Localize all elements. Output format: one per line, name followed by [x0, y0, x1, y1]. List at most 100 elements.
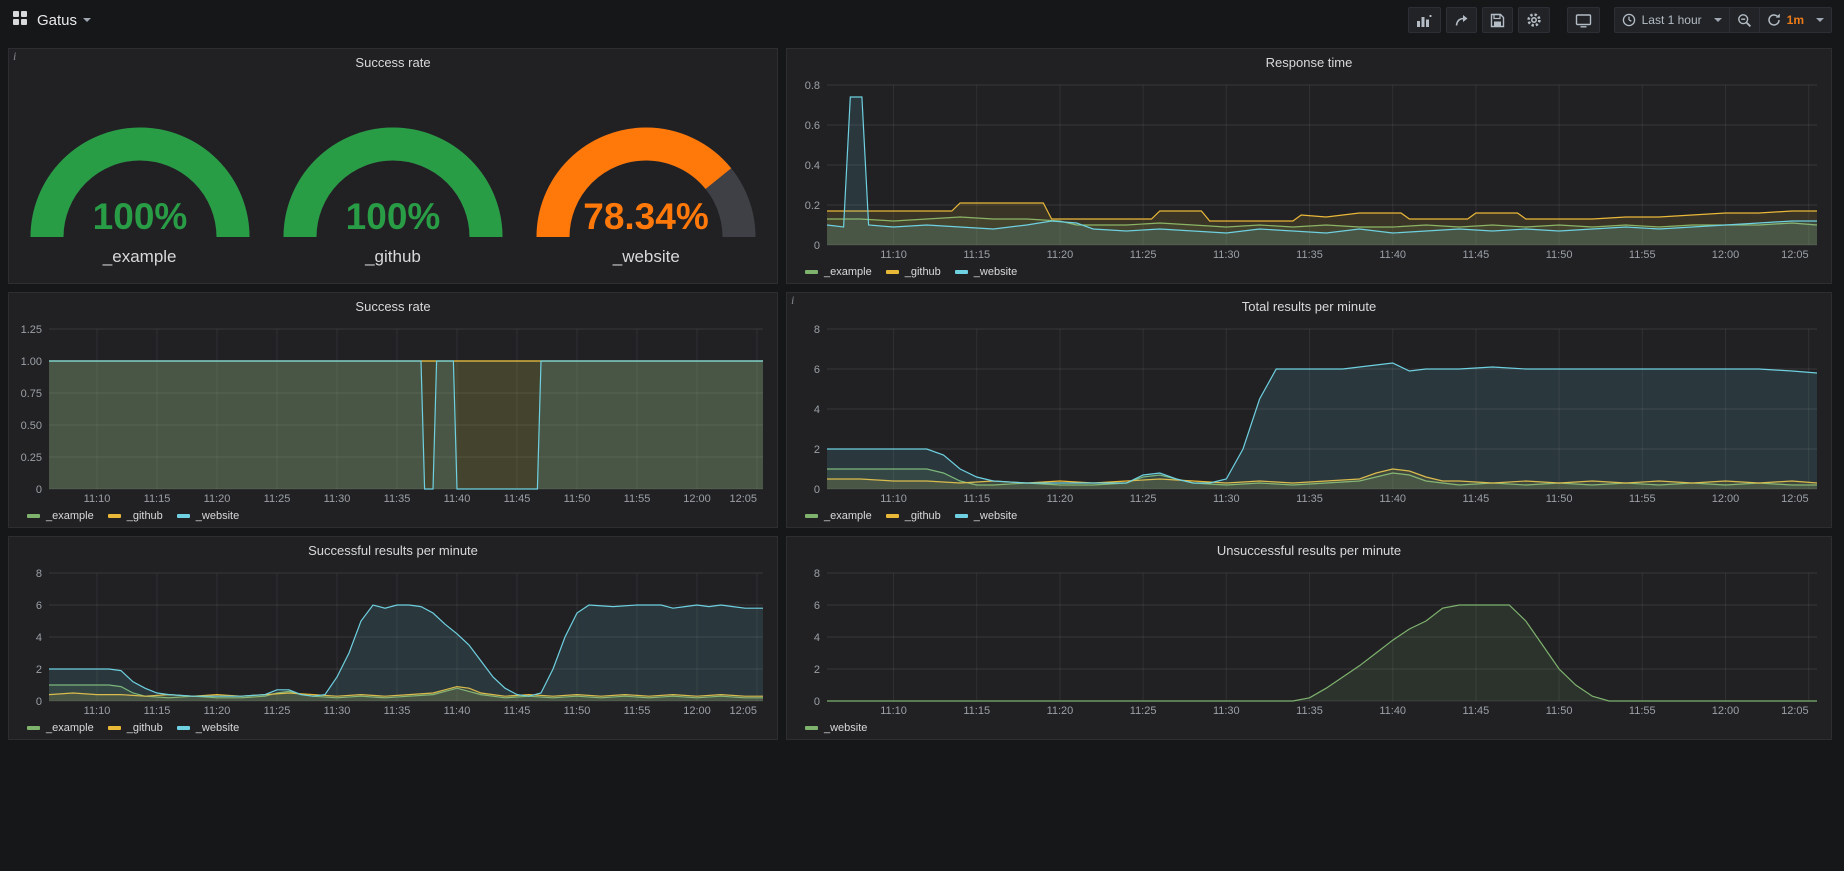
successful-results-chart[interactable]: 11:1011:1511:2011:2511:3011:3511:4011:45… [13, 563, 773, 719]
svg-text:11:35: 11:35 [384, 493, 411, 505]
legend: _website [791, 719, 1827, 737]
share-button[interactable] [1446, 7, 1477, 33]
settings-button[interactable] [1518, 7, 1550, 33]
svg-text:6: 6 [814, 364, 820, 376]
panel-header[interactable]: Success rate [9, 49, 777, 75]
chart-svg: 11:1011:1511:2011:2511:3011:3511:4011:45… [13, 563, 773, 719]
zoom-out-button[interactable] [1729, 7, 1760, 33]
legend-label: _website [974, 510, 1017, 522]
svg-text:11:35: 11:35 [1296, 493, 1323, 505]
add-panel-icon [1416, 13, 1433, 28]
svg-text:2: 2 [36, 664, 42, 676]
panel-header[interactable]: Response time [787, 49, 1831, 75]
svg-text:0: 0 [36, 484, 42, 496]
svg-text:11:50: 11:50 [1546, 705, 1573, 717]
legend-item-_website[interactable]: _website [177, 722, 239, 734]
save-button[interactable] [1482, 7, 1513, 33]
panel-header[interactable]: Successful results per minute [9, 537, 777, 563]
success-rate-chart[interactable]: 11:1011:1511:2011:2511:3011:3511:4011:45… [13, 319, 773, 507]
legend-item-_example[interactable]: _example [27, 722, 94, 734]
gauge-arc: 100% [270, 87, 516, 245]
response-time-chart[interactable]: 11:1011:1511:2011:2511:3011:3511:4011:45… [791, 75, 1827, 263]
chart-svg: 11:1011:1511:2011:2511:3011:3511:4011:45… [791, 319, 1827, 507]
zoom-out-icon [1737, 13, 1752, 28]
svg-text:4: 4 [36, 632, 42, 644]
svg-text:0: 0 [36, 696, 42, 708]
refresh-button[interactable]: 1m [1759, 7, 1832, 33]
legend-label: _github [127, 722, 163, 734]
navbar: Gatus [0, 0, 1844, 40]
svg-text:11:35: 11:35 [1296, 705, 1323, 717]
svg-text:11:45: 11:45 [504, 705, 531, 717]
legend-item-_website[interactable]: _website [805, 722, 867, 734]
svg-text:11:15: 11:15 [144, 705, 171, 717]
tv-icon [1575, 13, 1592, 28]
panel-title: Total results per minute [1242, 299, 1376, 314]
gauge-value: 78.34% [584, 196, 710, 237]
share-icon [1454, 13, 1469, 28]
svg-text:11:55: 11:55 [624, 493, 651, 505]
svg-text:11:55: 11:55 [1629, 705, 1656, 717]
legend-item-_website[interactable]: _website [955, 266, 1017, 278]
legend-label: _github [905, 266, 941, 278]
cycle-view-button[interactable] [1567, 7, 1600, 33]
chevron-down-icon [1714, 18, 1722, 22]
panel-header[interactable]: Total results per minute [787, 293, 1831, 319]
legend-item-_github[interactable]: _github [108, 722, 163, 734]
svg-text:11:25: 11:25 [1130, 493, 1157, 505]
svg-text:12:00: 12:00 [1712, 705, 1740, 717]
svg-text:11:10: 11:10 [880, 493, 907, 505]
svg-text:11:15: 11:15 [963, 493, 990, 505]
time-range-label: Last 1 hour [1642, 13, 1702, 27]
svg-text:11:50: 11:50 [564, 493, 591, 505]
panel-success-rate-series: Success rate 11:1011:1511:2011:2511:3011… [8, 292, 778, 528]
apps-grid-icon[interactable] [12, 10, 28, 31]
svg-text:2: 2 [814, 664, 820, 676]
svg-text:11:55: 11:55 [1629, 249, 1656, 261]
unsuccessful-results-chart[interactable]: 11:1011:1511:2011:2511:3011:3511:4011:45… [791, 563, 1827, 719]
svg-text:11:25: 11:25 [1130, 705, 1157, 717]
svg-text:11:25: 11:25 [264, 705, 291, 717]
svg-text:11:30: 11:30 [1213, 249, 1240, 261]
svg-text:11:30: 11:30 [324, 493, 351, 505]
info-icon[interactable]: i [13, 49, 16, 64]
svg-text:12:05: 12:05 [1781, 493, 1809, 505]
legend-marker [177, 514, 190, 518]
legend-marker [805, 726, 818, 730]
panel-title: Success rate [355, 55, 430, 70]
legend-item-_website[interactable]: _website [955, 510, 1017, 522]
panel-successful-results: Successful results per minute 11:1011:15… [8, 536, 778, 740]
legend-label: _website [824, 722, 867, 734]
panel-total-results: i Total results per minute 11:10 11:15 11:… [786, 292, 1832, 528]
refresh-interval-label: 1m [1787, 13, 1804, 27]
svg-text:0.2: 0.2 [805, 200, 820, 212]
svg-text:11:10: 11:10 [880, 249, 907, 261]
legend-item-_example[interactable]: _example [805, 510, 872, 522]
svg-text:12:00: 12:00 [683, 705, 711, 717]
legend-label: _github [905, 510, 941, 522]
time-range-button[interactable]: Last 1 hour [1614, 7, 1730, 33]
legend-item-_website[interactable]: _website [177, 510, 239, 522]
legend-item-_example[interactable]: _example [805, 266, 872, 278]
panel-header[interactable]: Unsuccessful results per minute [787, 537, 1831, 563]
legend-item-_github[interactable]: _github [886, 266, 941, 278]
total-results-chart[interactable]: 11:1011:1511:2011:2511:3011:3511:4011:45… [791, 319, 1827, 507]
info-icon[interactable]: i [791, 293, 794, 308]
svg-text:11:45: 11:45 [504, 493, 531, 505]
legend-item-_github[interactable]: _github [108, 510, 163, 522]
add-panel-button[interactable] [1408, 7, 1441, 33]
dashboard-title-dropdown[interactable]: Gatus [37, 12, 91, 29]
legend-marker [805, 270, 818, 274]
svg-text:0.4: 0.4 [805, 160, 820, 172]
gauge-chart[interactable]: 100%_example100%_github78.34%_website [13, 75, 773, 281]
svg-text:0.50: 0.50 [21, 420, 42, 432]
svg-text:11:45: 11:45 [1463, 249, 1490, 261]
panel-header[interactable]: Success rate [9, 293, 777, 319]
legend-item-_example[interactable]: _example [27, 510, 94, 522]
panel-title: Success rate [355, 299, 430, 314]
legend-item-_github[interactable]: _github [886, 510, 941, 522]
svg-text:6: 6 [36, 600, 42, 612]
legend-marker [805, 514, 818, 518]
clock-icon [1622, 13, 1636, 27]
svg-text:4: 4 [814, 404, 820, 416]
